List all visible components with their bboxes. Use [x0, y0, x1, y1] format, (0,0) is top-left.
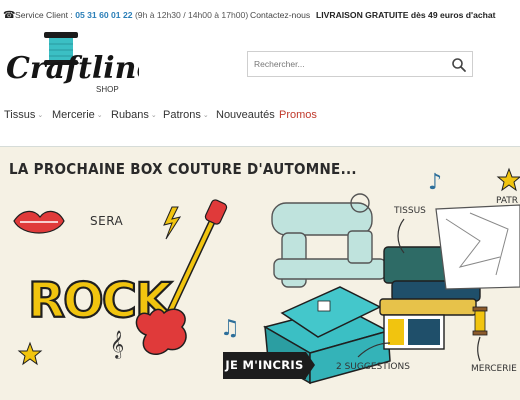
nav-label: Rubans — [111, 109, 149, 121]
service-client: Service Client : 05 31 60 01 22 (9h à 12… — [15, 10, 248, 20]
top-bar: ☎ Service Client : 05 31 60 01 22 (9h à … — [0, 0, 520, 30]
nav-item-mercerie[interactable]: Mercerie ⌄ — [52, 109, 103, 121]
lightning-icon — [163, 206, 182, 240]
nav-item-patrons[interactable]: Patrons ⌄ — [163, 109, 209, 121]
search-box — [247, 51, 473, 77]
phone-number[interactable]: 05 31 60 01 22 — [75, 10, 132, 20]
service-label: Service Client : — [15, 10, 73, 20]
nav-label: Patrons — [163, 109, 201, 121]
contact-link[interactable]: Contactez-nous — [250, 10, 310, 20]
nav-label: Tissus — [4, 109, 36, 121]
treble-clef-icon: 𝄞 — [110, 330, 124, 359]
search-input[interactable] — [248, 52, 438, 76]
banner-sera: SERA — [90, 214, 124, 228]
banner-tissus: TISSUS — [393, 206, 426, 216]
chevron-down-icon: ⌄ — [96, 112, 103, 119]
banner-suggestions: 2 SUGGESTIONS — [336, 362, 410, 372]
sewing-machine-icon — [271, 193, 387, 288]
logo-text: Craftline — [6, 51, 139, 86]
nav-label: Mercerie — [52, 109, 95, 121]
nav-item-tissus[interactable]: Tissus ⌄ — [4, 109, 43, 121]
nav-label: Promos — [279, 109, 317, 121]
site-logo[interactable]: Craftline SHOP — [4, 30, 156, 100]
nav-label: Nouveautés — [216, 109, 275, 121]
nav-item-nouveautes[interactable]: Nouveautés — [216, 109, 275, 121]
main-nav: Tissus ⌄ Mercerie ⌄ Rubans ⌄ Patrons ⌄ Nouve… — [0, 104, 520, 128]
chevron-down-icon: ⌄ — [37, 112, 44, 119]
phone-icon: ☎ — [3, 10, 16, 21]
thread-spool-icon — [472, 306, 488, 336]
banner-mercerie: MERCERIE — [471, 364, 517, 374]
chevron-down-icon: ⌄ — [150, 112, 157, 119]
logo-graphic: Craftline SHOP — [6, 32, 156, 94]
pattern-sheet-icon — [435, 204, 520, 290]
search-icon[interactable] — [450, 56, 468, 74]
music-note-icon: ♫ — [220, 316, 240, 341]
banner-headline: LA PROCHAINE BOX COUTURE D'AUTOMNE... — [9, 160, 357, 178]
subscribe-button[interactable]: JE M'INCRIS — [223, 352, 315, 379]
logo-subtext: SHOP — [96, 85, 119, 94]
shipping-banner: LIVRAISON GRATUITE dès 49 euros d'achat — [316, 10, 496, 20]
chevron-down-icon: ⌄ — [202, 112, 209, 119]
star-icon — [496, 167, 520, 192]
nav-item-rubans[interactable]: Rubans ⌄ — [111, 109, 157, 121]
service-hours: (9h à 12h30 / 14h00 à 17h00) — [134, 10, 249, 20]
banner-patrons: PATR — [496, 196, 518, 206]
star-icon — [17, 341, 43, 366]
nav-item-promos[interactable]: Promos — [279, 109, 317, 121]
music-note-icon: ♪ — [428, 170, 442, 195]
